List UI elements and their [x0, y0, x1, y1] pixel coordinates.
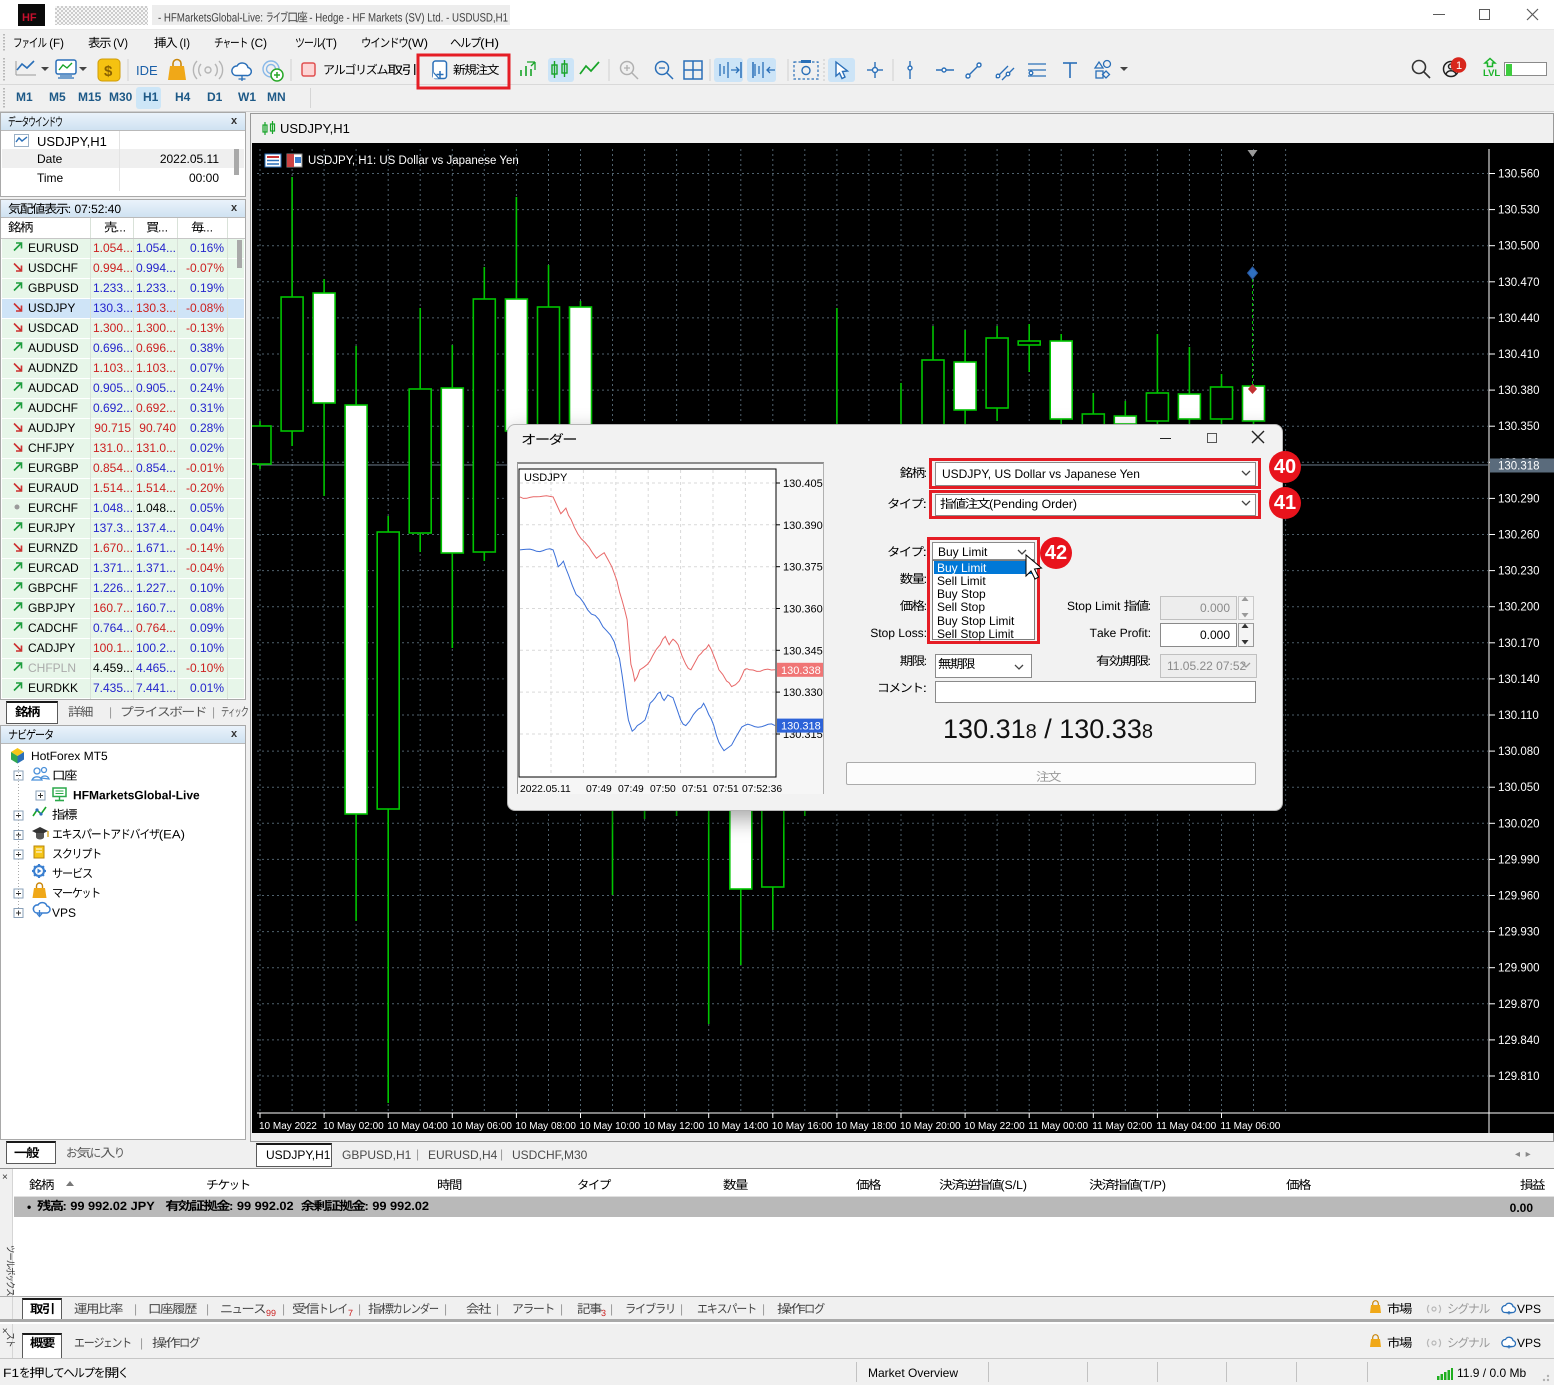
svg-text:130.318: 130.318: [1498, 461, 1540, 473]
svg-text:10 May 12:00: 10 May 12:00: [644, 1121, 705, 1132]
svg-text:130.050: 130.050: [1498, 782, 1540, 794]
svg-text:129.930: 129.930: [1498, 927, 1540, 939]
svg-text:10 May 08:00: 10 May 08:00: [515, 1121, 576, 1132]
svg-text:130.020: 130.020: [1498, 818, 1540, 830]
svg-text:130.170: 130.170: [1498, 638, 1540, 650]
svg-text:129.960: 129.960: [1498, 891, 1540, 903]
svg-text:10 May 16:00: 10 May 16:00: [772, 1121, 833, 1132]
svg-text:129.840: 129.840: [1498, 1035, 1540, 1047]
svg-text:130.345: 130.345: [783, 645, 823, 657]
svg-text:USDJPY, H1: US Dollar vs Japa: USDJPY, H1: US Dollar vs Japanese Yen: [308, 155, 519, 167]
svg-text:11 May 00:00: 11 May 00:00: [1028, 1121, 1088, 1132]
svg-text:10 May 20:00: 10 May 20:00: [900, 1121, 961, 1132]
svg-text:130.260: 130.260: [1498, 530, 1540, 542]
svg-text:2022.05.11: 2022.05.11: [520, 784, 571, 794]
svg-text:130.440: 130.440: [1498, 313, 1540, 325]
svg-text:130.560: 130.560: [1498, 169, 1540, 181]
svg-text:129.990: 129.990: [1498, 854, 1540, 866]
svg-text:11 May 02:00: 11 May 02:00: [1092, 1121, 1152, 1132]
svg-text:07:49: 07:49: [586, 784, 612, 794]
svg-text:07:49: 07:49: [618, 784, 644, 794]
svg-text:130.110: 130.110: [1498, 710, 1539, 722]
svg-text:10 May 04:00: 10 May 04:00: [387, 1121, 448, 1132]
svg-text:07:50: 07:50: [650, 784, 676, 794]
svg-text:130.470: 130.470: [1498, 277, 1540, 289]
svg-text:130.530: 130.530: [1498, 205, 1540, 217]
svg-text:130.230: 130.230: [1498, 566, 1540, 578]
svg-text:130.330: 130.330: [783, 687, 823, 699]
svg-text:11 May 04:00: 11 May 04:00: [1156, 1121, 1216, 1132]
svg-text:10 May 06:00: 10 May 06:00: [451, 1121, 512, 1132]
svg-text:129.900: 129.900: [1498, 963, 1540, 975]
svg-text:10 May 14:00: 10 May 14:00: [708, 1121, 769, 1132]
svg-text:USDJPY: USDJPY: [524, 472, 568, 484]
svg-text:130.140: 130.140: [1498, 674, 1540, 686]
svg-text:10 May 22:00: 10 May 22:00: [964, 1121, 1025, 1132]
svg-text:130.200: 130.200: [1498, 602, 1540, 614]
svg-text:130.360: 130.360: [783, 604, 823, 616]
svg-text:130.500: 130.500: [1498, 241, 1540, 253]
svg-text:11 May 06:00: 11 May 06:00: [1221, 1121, 1281, 1132]
svg-text:130.350: 130.350: [1498, 421, 1540, 433]
svg-text:130.080: 130.080: [1498, 746, 1540, 758]
svg-text:129.870: 129.870: [1498, 999, 1540, 1011]
svg-text:130.380: 130.380: [1498, 385, 1540, 397]
svg-text:130.290: 130.290: [1498, 493, 1540, 505]
svg-text:10 May 18:00: 10 May 18:00: [836, 1121, 897, 1132]
svg-text:10 May 02:00: 10 May 02:00: [323, 1121, 384, 1132]
svg-text:130.318: 130.318: [781, 721, 821, 733]
svg-text:07:52:36: 07:52:36: [742, 784, 782, 794]
svg-text:129.810: 129.810: [1498, 1071, 1540, 1083]
svg-text:130.375: 130.375: [783, 562, 823, 574]
svg-text:07:51: 07:51: [682, 784, 708, 794]
svg-text:130.410: 130.410: [1498, 349, 1540, 361]
svg-text:10 May 2022: 10 May 2022: [259, 1121, 317, 1132]
svg-text:07:51: 07:51: [713, 784, 739, 794]
svg-text:10 May 10:00: 10 May 10:00: [580, 1121, 641, 1132]
svg-text:130.338: 130.338: [781, 665, 821, 677]
svg-text:130.390: 130.390: [783, 520, 823, 532]
svg-text:130.405: 130.405: [783, 478, 823, 490]
